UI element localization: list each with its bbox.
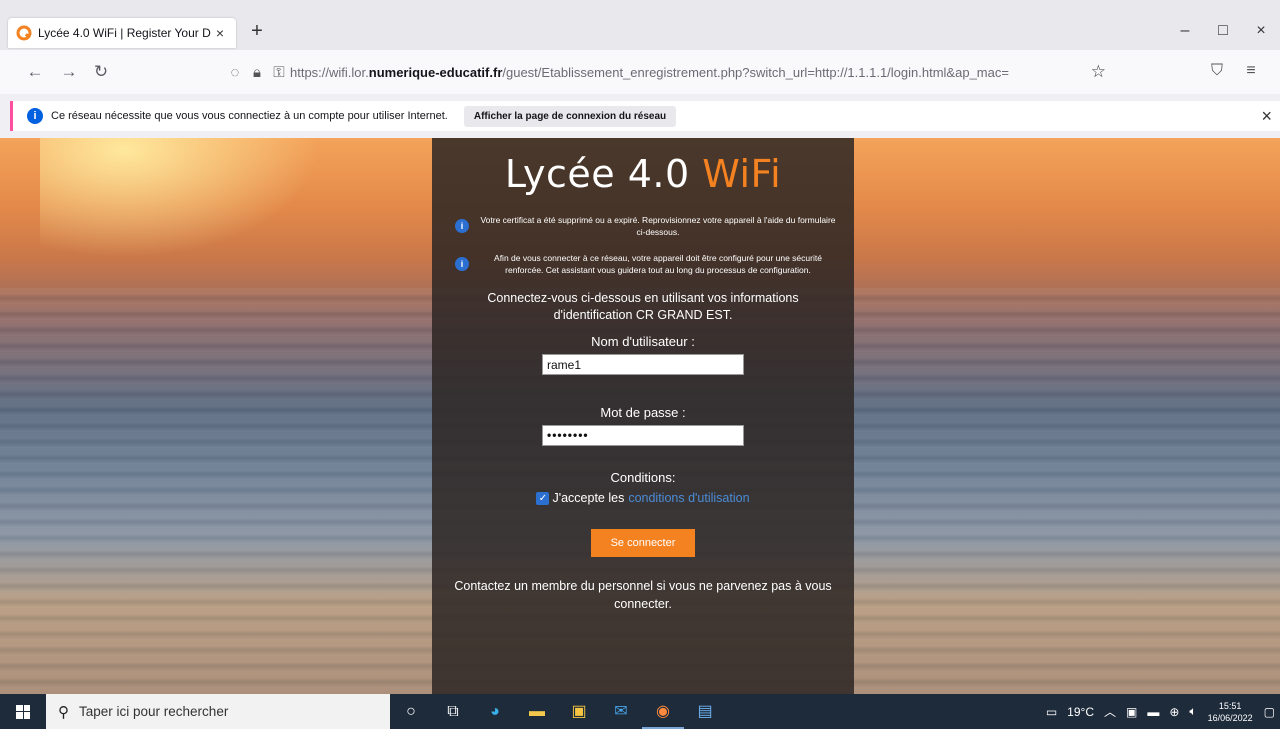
bookmark-star-icon[interactable]: ☆ <box>1091 62 1106 82</box>
background-sunset <box>40 138 320 258</box>
clock-date: 16/06/2022 <box>1207 712 1253 723</box>
windows-logo-icon <box>16 704 30 719</box>
menu-hamburger-icon[interactable]: ≡ <box>1240 62 1262 80</box>
taskbar: ⚲ Taper ici pour rechercher ○ ⧉ ◕ ▬ ▣ ✉ … <box>0 694 1280 729</box>
file-explorer-icon[interactable]: ▬ <box>516 694 558 729</box>
tab-strip: Lycée 4.0 WiFi | Register Your D… × + – … <box>0 0 1280 50</box>
notification-close-icon[interactable]: × <box>1261 106 1272 127</box>
minimize-button[interactable]: – <box>1170 20 1200 42</box>
security-info-text: Afin de vous connecter à ce réseau, votr… <box>494 253 822 275</box>
search-icon: ⚲ <box>58 703 69 721</box>
cortana-icon[interactable]: ○ <box>390 694 432 729</box>
url-host: numerique-educatif.fr <box>368 64 503 80</box>
tray-expand-icon[interactable]: ︿ <box>1104 703 1116 720</box>
reload-icon[interactable]: ↻ <box>90 61 112 83</box>
info-icon: i <box>27 108 43 124</box>
key-icon[interactable]: ⚿ <box>268 64 290 81</box>
open-login-page-button[interactable]: Afficher la page de connexion du réseau <box>463 105 677 127</box>
clock[interactable]: 15:51 16/06/2022 <box>1208 700 1253 724</box>
password-input[interactable]: •••••••• <box>542 425 744 446</box>
system-tray: ▭ 19°C ︿ ▣ ▬ ⊕ 🔈︎ 15:51 16/06/2022 ▢ <box>1041 694 1280 729</box>
portal-title-main: Lycée 4.0 <box>504 152 703 196</box>
url-path: /guest/Etablissement_enregistrement.php?… <box>502 64 1002 80</box>
url-tail: = <box>1001 64 1009 80</box>
document-app-icon[interactable]: ▤ <box>684 694 726 729</box>
page-content: Lycée 4.0 WiFi i Votre certificat a été … <box>0 138 1280 694</box>
url-prefix: https://wifi.lor. <box>290 64 369 80</box>
search-placeholder: Taper ici pour rechercher <box>79 704 229 719</box>
tab-active[interactable]: Lycée 4.0 WiFi | Register Your D… × <box>8 18 236 48</box>
accept-text: J'accepte les <box>552 491 625 505</box>
captive-portal-notification: i Ce réseau nécessite que vous vous conn… <box>10 101 1280 131</box>
tab-close-icon[interactable]: × <box>212 25 228 41</box>
new-tab-button[interactable]: + <box>246 20 268 42</box>
network-icon[interactable]: ⊕ <box>1169 705 1179 719</box>
nav-bar: ← → ↻ ◌ 🔒︎ ⚿ https://wifi.lor. numerique-… <box>0 50 1280 94</box>
login-panel: Lycée 4.0 WiFi i Votre certificat a été … <box>432 138 854 694</box>
back-arrow-icon[interactable]: ← <box>24 61 46 83</box>
battery-icon[interactable]: ▬ <box>1147 705 1159 719</box>
taskbar-search[interactable]: ⚲ Taper ici pour rechercher <box>46 694 390 729</box>
pocket-icon[interactable]: ⛉ <box>1206 62 1228 80</box>
security-info: i Afin de vous connecter à ce réseau, vo… <box>443 252 843 276</box>
portal-title: Lycée 4.0 WiFi <box>432 152 854 196</box>
certificate-info: i Votre certificat a été supprimé ou a e… <box>443 214 843 238</box>
url-bar[interactable]: ◌ 🔒︎ ⚿ https://wifi.lor. numerique-educat… <box>224 56 1112 88</box>
contact-staff-text: Contactez un membre du personnel si vous… <box>454 579 832 611</box>
lock-icon[interactable]: 🔒︎ <box>246 64 268 81</box>
password-label: Mot de passe : <box>600 405 686 420</box>
tracking-shield-icon[interactable]: ◌ <box>224 64 246 81</box>
start-button[interactable] <box>0 694 46 729</box>
username-label: Nom d'utilisateur : <box>591 334 695 349</box>
weather-temp[interactable]: 19°C <box>1067 705 1094 719</box>
notification-center-icon[interactable]: ▢ <box>1264 705 1275 719</box>
tab-title: Lycée 4.0 WiFi | Register Your D… <box>38 26 212 40</box>
portal-title-accent: WiFi <box>702 152 782 196</box>
conditions-link[interactable]: conditions d'utilisation <box>628 491 749 505</box>
clock-time: 15:51 <box>1218 700 1242 711</box>
accept-checkbox[interactable]: ✓ <box>536 491 550 505</box>
conditions-row: ✓ J'accepte les conditions d'utilisation <box>432 491 854 505</box>
weather-icon[interactable]: ▭ <box>1046 705 1057 719</box>
info-icon: i <box>455 257 469 271</box>
task-view-icon[interactable]: ⧉ <box>432 694 474 729</box>
volume-icon[interactable]: 🔈︎ <box>1189 704 1196 719</box>
forward-arrow-icon[interactable]: → <box>58 61 80 83</box>
store-icon[interactable]: ▣ <box>558 694 600 729</box>
notification-message: Ce réseau nécessite que vous vous connec… <box>51 110 448 122</box>
restore-button[interactable]: □ <box>1208 20 1238 42</box>
certificate-info-text: Votre certificat a été supprimé ou a exp… <box>480 215 836 237</box>
mail-icon[interactable]: ✉ <box>600 694 642 729</box>
firefox-icon[interactable]: ◉ <box>642 694 684 729</box>
login-instructions: Connectez-vous ci-dessous en utilisant v… <box>487 291 799 322</box>
info-icon: i <box>455 219 469 233</box>
connect-button[interactable]: Se connecter <box>590 529 696 557</box>
tray-app-icon[interactable]: ▣ <box>1126 705 1137 719</box>
portal-favicon-icon <box>16 25 32 41</box>
username-input[interactable] <box>542 354 744 375</box>
edge-browser-icon[interactable]: ◕ <box>474 694 516 729</box>
conditions-title: Conditions: <box>610 470 676 485</box>
close-window-button[interactable]: × <box>1246 20 1276 42</box>
